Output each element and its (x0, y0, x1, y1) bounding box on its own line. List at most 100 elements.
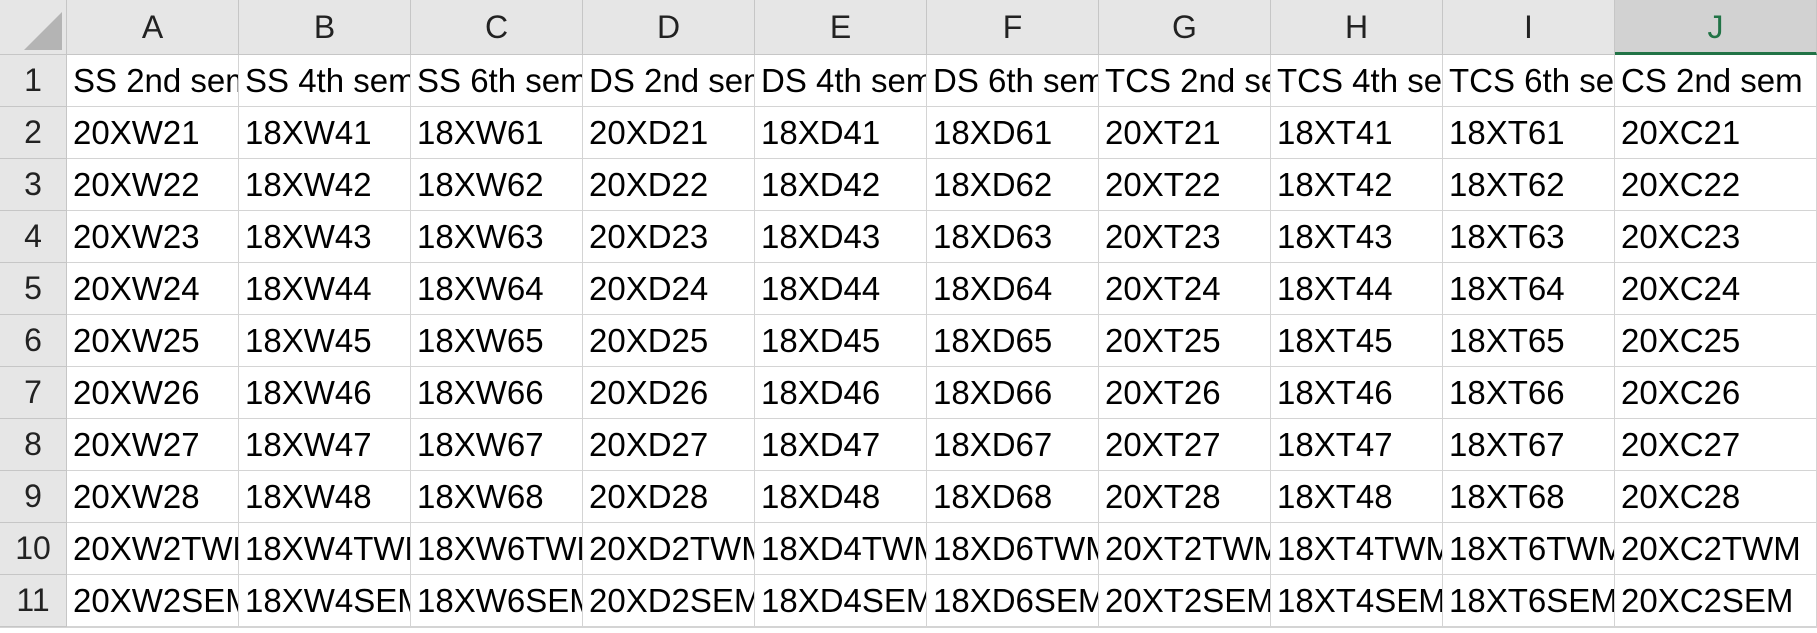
cell-b6[interactable]: 18XW45 (239, 315, 411, 367)
cell-c9[interactable]: 18XW68 (411, 471, 583, 523)
cell-a3[interactable]: 20XW22 (67, 159, 239, 211)
cell-d6[interactable]: 20XD25 (583, 315, 755, 367)
column-header-i[interactable]: I (1443, 0, 1615, 55)
cell-f5[interactable]: 18XD64 (927, 263, 1099, 315)
cell-i8[interactable]: 18XT67 (1443, 419, 1615, 471)
cell-f3[interactable]: 18XD62 (927, 159, 1099, 211)
cell-i4[interactable]: 18XT63 (1443, 211, 1615, 263)
cell-b7[interactable]: 18XW46 (239, 367, 411, 419)
column-header-h[interactable]: H (1271, 0, 1443, 55)
cell-d3[interactable]: 20XD22 (583, 159, 755, 211)
cell-j7[interactable]: 20XC26 (1615, 367, 1817, 419)
cell-f7[interactable]: 18XD66 (927, 367, 1099, 419)
cell-d7[interactable]: 20XD26 (583, 367, 755, 419)
cell-e6[interactable]: 18XD45 (755, 315, 927, 367)
cell-h10[interactable]: 18XT4TWM (1271, 523, 1443, 575)
cell-g9[interactable]: 20XT28 (1099, 471, 1271, 523)
cell-c6[interactable]: 18XW65 (411, 315, 583, 367)
cell-h4[interactable]: 18XT43 (1271, 211, 1443, 263)
cell-h3[interactable]: 18XT42 (1271, 159, 1443, 211)
cell-h5[interactable]: 18XT44 (1271, 263, 1443, 315)
cell-h8[interactable]: 18XT47 (1271, 419, 1443, 471)
cell-g4[interactable]: 20XT23 (1099, 211, 1271, 263)
cell-e1[interactable]: DS 4th sem (755, 55, 927, 107)
cell-a2[interactable]: 20XW21 (67, 107, 239, 159)
cell-g2[interactable]: 20XT21 (1099, 107, 1271, 159)
column-header-a[interactable]: A (67, 0, 239, 55)
cell-g5[interactable]: 20XT24 (1099, 263, 1271, 315)
cell-j11[interactable]: 20XC2SEM (1615, 575, 1817, 627)
cell-g8[interactable]: 20XT27 (1099, 419, 1271, 471)
cell-b4[interactable]: 18XW43 (239, 211, 411, 263)
cell-i6[interactable]: 18XT65 (1443, 315, 1615, 367)
cell-i2[interactable]: 18XT61 (1443, 107, 1615, 159)
cell-a7[interactable]: 20XW26 (67, 367, 239, 419)
cell-a10[interactable]: 20XW2TWM (67, 523, 239, 575)
cell-i3[interactable]: 18XT62 (1443, 159, 1615, 211)
cell-b5[interactable]: 18XW44 (239, 263, 411, 315)
cell-f6[interactable]: 18XD65 (927, 315, 1099, 367)
row-header-7[interactable]: 7 (0, 367, 67, 419)
cell-d2[interactable]: 20XD21 (583, 107, 755, 159)
cell-i9[interactable]: 18XT68 (1443, 471, 1615, 523)
cell-d1[interactable]: DS 2nd sem (583, 55, 755, 107)
cell-b1[interactable]: SS 4th sem (239, 55, 411, 107)
cell-c2[interactable]: 18XW61 (411, 107, 583, 159)
cell-c4[interactable]: 18XW63 (411, 211, 583, 263)
row-header-6[interactable]: 6 (0, 315, 67, 367)
column-header-e[interactable]: E (755, 0, 927, 55)
cell-e9[interactable]: 18XD48 (755, 471, 927, 523)
cell-h9[interactable]: 18XT48 (1271, 471, 1443, 523)
row-header-9[interactable]: 9 (0, 471, 67, 523)
cell-f10[interactable]: 18XD6TWM (927, 523, 1099, 575)
cell-j1[interactable]: CS 2nd sem (1615, 55, 1817, 107)
cell-g1[interactable]: TCS 2nd sem (1099, 55, 1271, 107)
cell-i11[interactable]: 18XT6SEM (1443, 575, 1615, 627)
column-header-j[interactable]: J (1615, 0, 1817, 55)
column-header-c[interactable]: C (411, 0, 583, 55)
cell-c10[interactable]: 18XW6TWM (411, 523, 583, 575)
cell-e11[interactable]: 18XD4SEM (755, 575, 927, 627)
column-header-b[interactable]: B (239, 0, 411, 55)
column-header-d[interactable]: D (583, 0, 755, 55)
cell-f8[interactable]: 18XD67 (927, 419, 1099, 471)
cell-a11[interactable]: 20XW2SEM (67, 575, 239, 627)
cell-i1[interactable]: TCS 6th sem (1443, 55, 1615, 107)
cell-c5[interactable]: 18XW64 (411, 263, 583, 315)
cell-h2[interactable]: 18XT41 (1271, 107, 1443, 159)
cell-b2[interactable]: 18XW41 (239, 107, 411, 159)
cell-e8[interactable]: 18XD47 (755, 419, 927, 471)
cell-e7[interactable]: 18XD46 (755, 367, 927, 419)
cell-a8[interactable]: 20XW27 (67, 419, 239, 471)
cell-e5[interactable]: 18XD44 (755, 263, 927, 315)
cell-j4[interactable]: 20XC23 (1615, 211, 1817, 263)
cell-c7[interactable]: 18XW66 (411, 367, 583, 419)
select-all-button[interactable] (0, 0, 67, 55)
cell-h7[interactable]: 18XT46 (1271, 367, 1443, 419)
cell-c3[interactable]: 18XW62 (411, 159, 583, 211)
cell-h1[interactable]: TCS 4th sem (1271, 55, 1443, 107)
cell-d9[interactable]: 20XD28 (583, 471, 755, 523)
cell-e3[interactable]: 18XD42 (755, 159, 927, 211)
cell-j6[interactable]: 20XC25 (1615, 315, 1817, 367)
cell-i5[interactable]: 18XT64 (1443, 263, 1615, 315)
row-header-5[interactable]: 5 (0, 263, 67, 315)
row-header-1[interactable]: 1 (0, 55, 67, 107)
cell-j10[interactable]: 20XC2TWM (1615, 523, 1817, 575)
cell-j5[interactable]: 20XC24 (1615, 263, 1817, 315)
cell-d4[interactable]: 20XD23 (583, 211, 755, 263)
cell-c1[interactable]: SS 6th sem (411, 55, 583, 107)
cell-i10[interactable]: 18XT6TWM (1443, 523, 1615, 575)
cell-g7[interactable]: 20XT26 (1099, 367, 1271, 419)
cell-b8[interactable]: 18XW47 (239, 419, 411, 471)
cell-j8[interactable]: 20XC27 (1615, 419, 1817, 471)
cell-h11[interactable]: 18XT4SEM (1271, 575, 1443, 627)
cell-g6[interactable]: 20XT25 (1099, 315, 1271, 367)
cell-b10[interactable]: 18XW4TWM (239, 523, 411, 575)
row-header-4[interactable]: 4 (0, 211, 67, 263)
cell-d8[interactable]: 20XD27 (583, 419, 755, 471)
cell-d10[interactable]: 20XD2TWM (583, 523, 755, 575)
cell-b3[interactable]: 18XW42 (239, 159, 411, 211)
cell-e4[interactable]: 18XD43 (755, 211, 927, 263)
cell-e10[interactable]: 18XD4TWM (755, 523, 927, 575)
